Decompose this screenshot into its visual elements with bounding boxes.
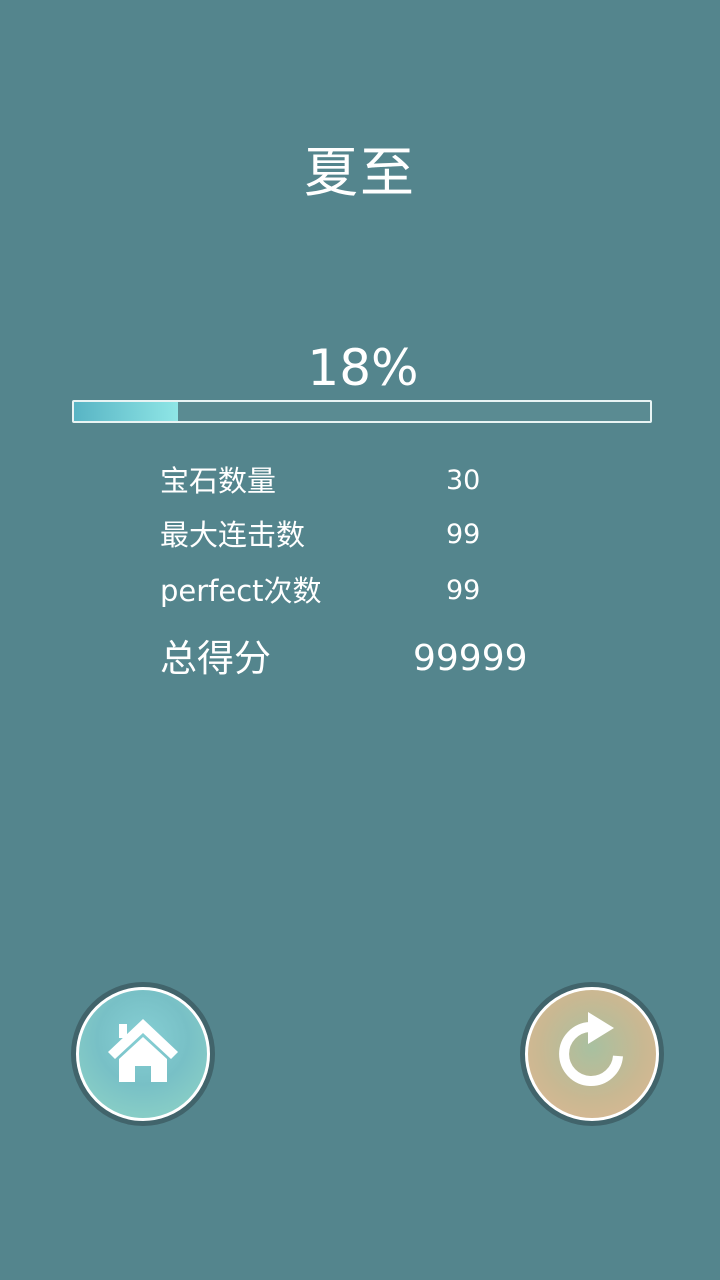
stat-row-gems: 宝石数量 30 (160, 461, 580, 501)
home-icon (108, 1019, 178, 1082)
stat-value: 99 (446, 575, 481, 606)
restart-icon (559, 1012, 623, 1086)
stat-row-perfect-count: perfect次数 99 (160, 571, 580, 611)
progress-percent: 18% (307, 339, 419, 397)
total-score-value: 99999 (413, 638, 528, 679)
level-title: 夏至 (304, 141, 416, 204)
stat-value: 30 (446, 465, 481, 496)
restart-button[interactable] (520, 982, 664, 1126)
stat-row-max-combo: 最大连击数 99 (160, 515, 580, 555)
stat-value: 99 (446, 519, 481, 550)
total-score-label: 总得分 (160, 637, 271, 680)
stat-label: 最大连击数 (160, 518, 306, 552)
progress-bar-fill (74, 402, 178, 421)
progress-bar (72, 400, 652, 423)
home-button[interactable] (71, 982, 215, 1126)
stat-label: perfect次数 (160, 574, 322, 608)
total-score-row: 总得分 99999 (160, 634, 580, 684)
stat-label: 宝石数量 (160, 464, 277, 498)
